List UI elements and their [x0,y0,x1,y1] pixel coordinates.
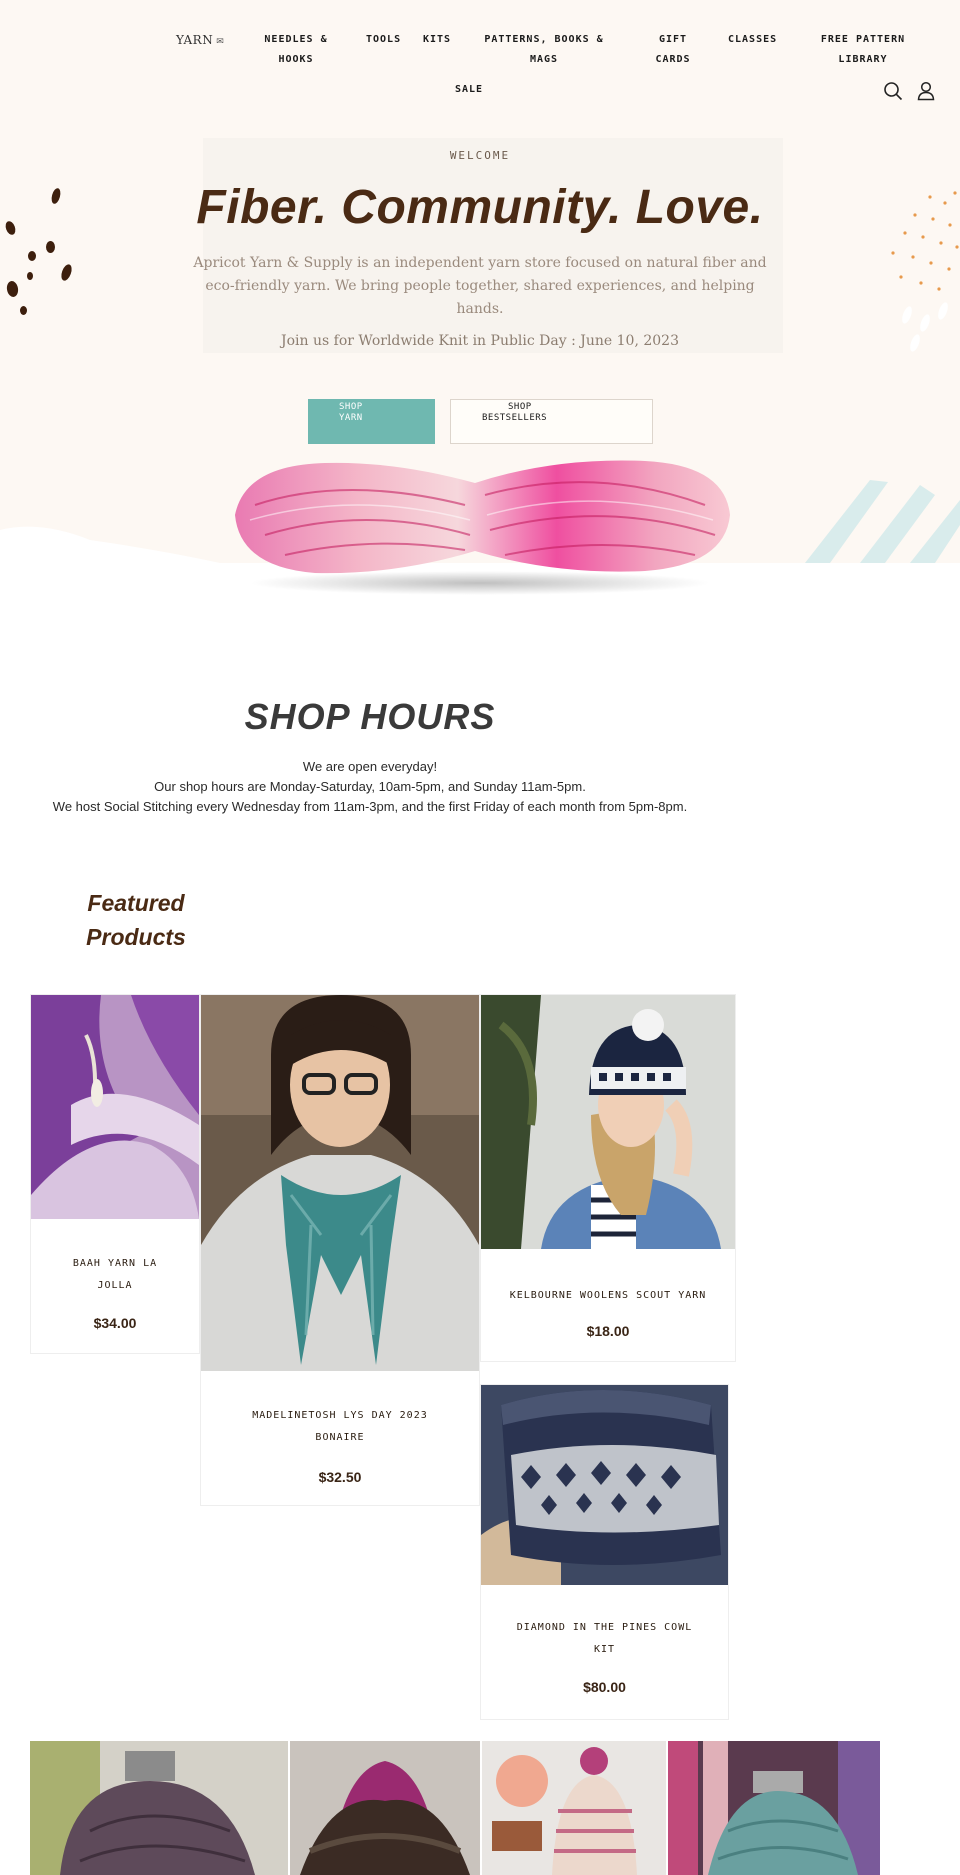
product-image-teal-cowl[interactable] [668,1741,880,1875]
hero-event-text: Join us for Worldwide Knit in Public Day… [281,333,679,349]
nav-free-pattern-label: FREE PATTERN [820,34,906,45]
nav-gift-cards[interactable]: GIFT CARDS [645,30,701,70]
decorative-brush-strokes [805,480,960,563]
decor-dot [27,272,33,280]
nav-needles-hooks[interactable]: NEEDLES & HOOKS [246,30,346,70]
product-name-line1: BAAH YARN LA [72,1258,158,1269]
hours-line-open: We are open everyday! [302,759,438,774]
product-name: DIAMOND IN THE PINES COWL KIT [481,1617,728,1661]
nav-tools[interactable]: TOOLS [366,30,401,50]
product-card-madelinetosh[interactable]: MADELINETOSH LYS DAY 2023 BONAIRE $32.50 [200,994,480,1506]
decor-dot [20,306,27,315]
decorative-dots-right [891,191,959,352]
nav-kits[interactable]: KITS [423,30,451,50]
product-card-diamond-pines[interactable]: DIAMOND IN THE PINES COWL KIT $80.00 [480,1384,729,1720]
product-price: $34.00 [93,1315,137,1331]
product-name-line1: DIAMOND IN THE PINES COWL [516,1622,693,1633]
decorative-brush-left [0,526,220,600]
hero-title: Fiber. Community. Love. [196,181,764,234]
product-name: BAAH YARN LA JOLLA [31,1253,199,1297]
decor-dot [28,251,36,261]
hero-description: Apricot Yarn & Supply is an independent … [193,255,767,317]
product-card-kelbourne[interactable]: KELBOURNE WOOLENS SCOUT YARN $18.00 [480,994,736,1362]
nav-cards-label: CARDS [655,54,691,65]
nav-patterns-label: PATTERNS, BOOKS & [484,34,604,45]
product-image [31,995,199,1219]
product-image-shawl[interactable] [290,1741,480,1875]
product-image-hat-kit[interactable] [482,1741,666,1875]
nav-sale[interactable]: SALE [455,80,483,100]
product-price: $80.00 [583,1679,626,1695]
yarn-skein-image [235,460,730,595]
nav-gift-label: GIFT [658,34,688,45]
product-name: KELBOURNE WOOLENS SCOUT YARN [481,1285,735,1307]
shop-yarn-line1: SHOP [339,402,363,412]
product-name-line1: KELBOURNE WOOLENS SCOUT YARN [509,1290,707,1301]
product-name-line1: MADELINETOSH LYS DAY 2023 [252,1410,428,1421]
nav-kits-label: KITS [423,34,452,45]
decor-dot [46,241,55,253]
featured-products-title: Featured Products [72,886,200,954]
product-image-cowl-mannequin[interactable] [30,1741,288,1875]
product-name-line2: BONAIRE [315,1432,365,1443]
shop-best-line1: SHOP [508,402,532,412]
nav-library-label: LIBRARY [838,54,888,65]
hours-line-social: We host Social Stitching every Wednesday… [52,799,688,814]
hours-line-schedule: Our shop hours are Monday-Saturday, 10am… [154,779,586,794]
nav-classes-label: CLASSES [728,34,778,45]
featured-title-line1: Featured [87,890,185,916]
shop-yarn-line2: YARN [339,413,363,423]
nav-needles-label: NEEDLES & [264,34,328,45]
nav-tools-label: TOOLS [366,34,402,45]
nav-classes[interactable]: CLASSES [728,30,777,50]
product-image [481,1385,728,1585]
account-icon[interactable] [916,81,936,101]
search-icon[interactable] [883,81,903,101]
nav-yarn-label: YARN [176,33,214,47]
product-price: $18.00 [586,1323,630,1339]
nav-hooks-label: HOOKS [278,54,314,65]
product-image [481,995,735,1249]
featured-title-line2: Products [86,924,186,950]
nav-patterns-books-mags[interactable]: PATTERNS, BOOKS & MAGS [474,30,614,70]
product-card-baah-yarn[interactable]: BAAH YARN LA JOLLA $34.00 [30,994,200,1354]
nav-sale-label: SALE [455,84,484,95]
nav-mags-label: MAGS [529,54,559,65]
shop-best-line2: BESTSELLERS [482,413,548,423]
envelope-icon: ✉ [216,37,225,47]
welcome-label: WELCOME [449,149,511,162]
product-name-line2: JOLLA [97,1280,133,1291]
shop-hours-title: SHOP HOURS [244,696,496,737]
nav-yarn[interactable]: YARN ✉ [176,30,224,52]
product-price: $32.50 [318,1469,362,1485]
nav-free-pattern-library[interactable]: FREE PATTERN LIBRARY [808,30,918,70]
product-name: MADELINETOSH LYS DAY 2023 BONAIRE [201,1405,479,1449]
product-image [201,995,479,1371]
product-name-line2: KIT [593,1644,616,1655]
